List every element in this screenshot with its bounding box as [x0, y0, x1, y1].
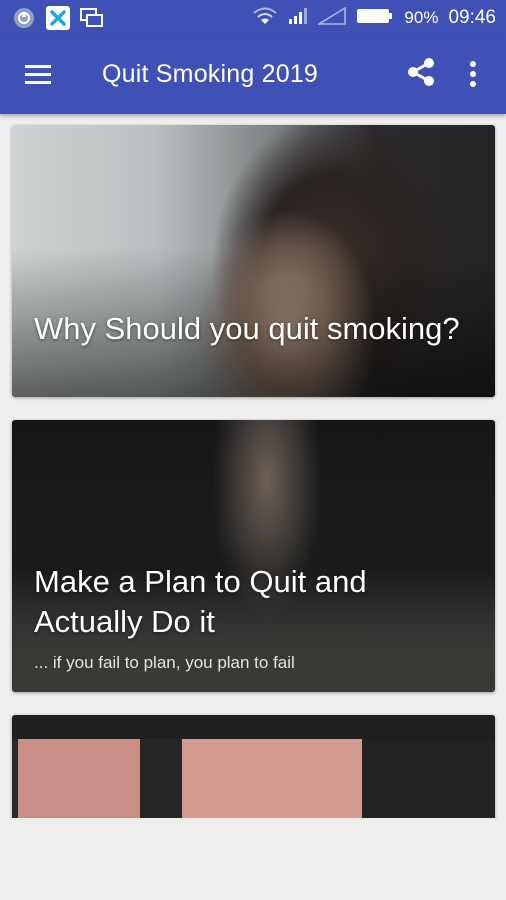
share-button[interactable] — [405, 56, 441, 92]
signal-icon — [288, 7, 308, 30]
battery-icon — [356, 7, 394, 30]
card-image — [12, 715, 495, 825]
signal-empty-icon — [316, 6, 347, 30]
menu-icon — [25, 65, 51, 84]
wifi-icon — [252, 6, 278, 31]
battery-percent: 90% — [404, 8, 439, 27]
card-title: Make a Plan to Quit and Actually Do it — [34, 564, 367, 639]
status-right-icons: 90% 09:46 — [252, 0, 496, 36]
app-bar: Quit Smoking 2019 — [0, 36, 506, 114]
app-notification-icon — [46, 6, 70, 30]
article-card[interactable]: Why Should you quit smoking? — [12, 125, 495, 397]
more-vert-icon — [470, 61, 476, 87]
status-left-icons — [12, 6, 104, 30]
more-options-button[interactable] — [458, 56, 488, 92]
notification-icon — [12, 6, 36, 30]
share-icon — [408, 58, 434, 86]
status-bar: 90% 09:46 — [0, 0, 506, 36]
multiwindow-icon — [80, 6, 104, 30]
card-title: Why Should you quit smoking? — [34, 311, 460, 346]
app-title: Quit Smoking 2019 — [102, 60, 319, 88]
clock: 09:46 — [448, 7, 496, 28]
card-image — [12, 420, 495, 692]
menu-button[interactable] — [22, 59, 58, 91]
article-card[interactable] — [12, 715, 495, 825]
article-card[interactable]: Make a Plan to Quit and Actually Do it .… — [12, 420, 495, 692]
card-subtitle: ... if you fail to plan, you plan to fai… — [34, 653, 295, 672]
bottom-area — [0, 818, 506, 900]
card-image — [12, 125, 495, 397]
